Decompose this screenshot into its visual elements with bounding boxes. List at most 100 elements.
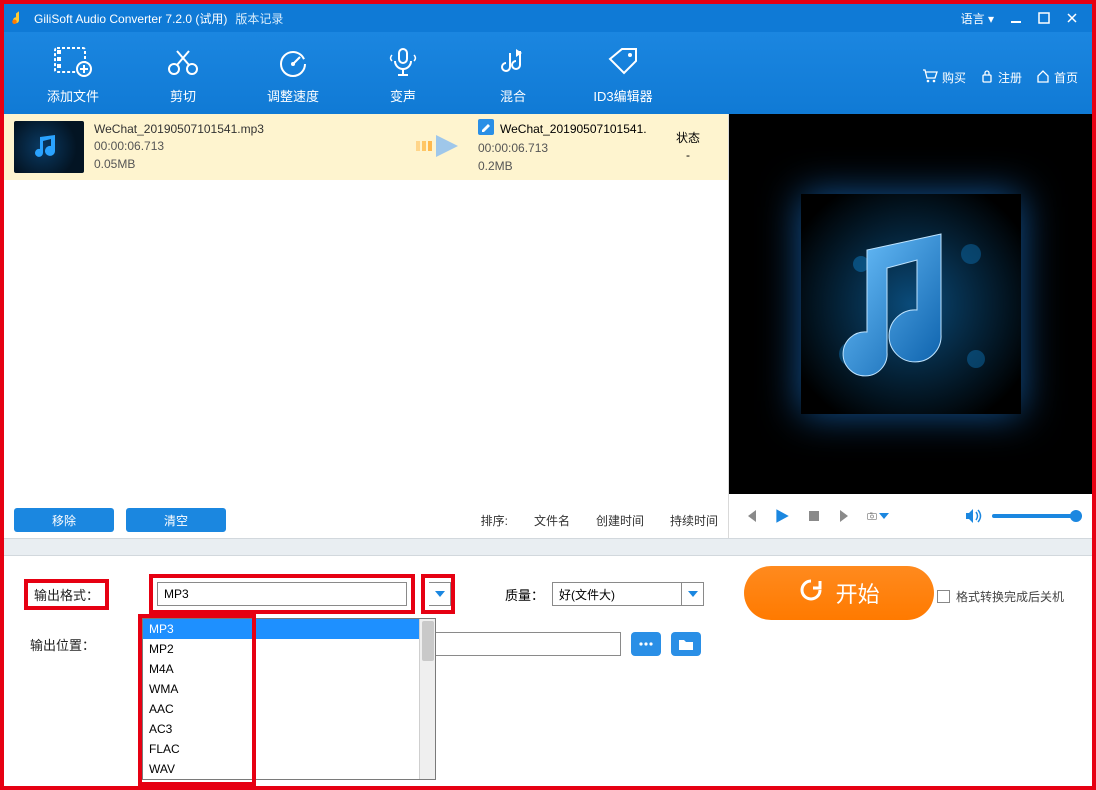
buy-link[interactable]: 购买 [922, 69, 966, 86]
output-format-drop-frame [421, 574, 455, 614]
shutdown-label: 格式转换完成后关机 [956, 588, 1064, 605]
home-link[interactable]: 首页 [1036, 69, 1078, 86]
id3-editor-button[interactable]: ID3编辑器 [568, 32, 678, 114]
header-links: 购买 注册 首页 [922, 61, 1078, 86]
source-size: 0.05MB [94, 156, 264, 173]
add-file-label: 添加文件 [47, 86, 99, 105]
register-label: 注册 [998, 69, 1022, 86]
volume-knob[interactable] [1070, 510, 1082, 522]
trim-label: 剪切 [170, 86, 196, 105]
version-history-link[interactable]: 版本记录 [235, 10, 283, 27]
mix-label: 混合 [500, 86, 526, 105]
trim-button[interactable]: 剪切 [128, 32, 238, 114]
volume-icon[interactable] [962, 505, 984, 527]
list-buttons-bar: 移除 清空 排序: 文件名 创建时间 持续时间 [4, 502, 728, 538]
path-more-button[interactable] [631, 632, 661, 656]
output-format-label: 输出格式： [24, 579, 109, 610]
panel-separator [4, 538, 1092, 556]
format-option-wav[interactable]: WAV [143, 759, 435, 779]
output-format-input[interactable] [157, 582, 407, 606]
volume-slider[interactable] [992, 514, 1082, 518]
format-option-m4a[interactable]: M4A [143, 659, 435, 679]
filmstrip-plus-icon [54, 42, 92, 82]
home-icon [1036, 69, 1050, 86]
file-list-empty-area[interactable] [4, 180, 728, 502]
sort-by-duration[interactable]: 持续时间 [670, 512, 718, 529]
cart-icon [922, 69, 938, 86]
voice-change-button[interactable]: 变声 [348, 32, 458, 114]
file-list-pane: WeChat_20190507101541.mp3 00:00:06.713 0… [4, 114, 729, 538]
mix-button[interactable]: 混合 [458, 32, 568, 114]
remove-button[interactable]: 移除 [14, 508, 114, 532]
output-path-label: 输出位置： [24, 633, 101, 656]
home-label: 首页 [1054, 69, 1078, 86]
edit-icon[interactable] [478, 119, 494, 140]
quality-input[interactable] [552, 582, 682, 606]
buy-label: 购买 [942, 69, 966, 86]
app-logo-icon [10, 9, 28, 27]
open-folder-button[interactable] [671, 632, 701, 656]
next-button[interactable] [835, 505, 857, 527]
format-option-mp2[interactable]: MP2 [143, 639, 435, 659]
format-option-flac[interactable]: FLAC [143, 739, 435, 759]
source-duration: 00:00:06.713 [94, 138, 264, 155]
format-option-mp3[interactable]: MP3 [143, 619, 435, 639]
close-button[interactable] [1058, 8, 1086, 28]
voice-label: 变声 [390, 86, 416, 105]
main-toolbar: 添加文件 剪切 调整速度 变声 混合 [4, 32, 1092, 114]
output-format-dropdown-list[interactable]: MP3MP2M4AWMAAACAC3FLACWAV [142, 618, 436, 780]
output-file-name: WeChat_20190507101541. [500, 121, 647, 138]
id3-label: ID3编辑器 [593, 86, 652, 105]
output-size: 0.2MB [478, 158, 658, 175]
language-label: 语言 [961, 12, 985, 26]
speed-label: 调整速度 [267, 86, 319, 105]
register-link[interactable]: 注册 [980, 69, 1022, 86]
output-format-select-frame [149, 574, 415, 614]
mix-icon [496, 42, 530, 82]
quality-dropdown-button[interactable] [682, 582, 704, 606]
speed-button[interactable]: 调整速度 [238, 32, 348, 114]
language-menu[interactable]: 语言 ▾ [961, 10, 994, 27]
format-option-wma[interactable]: WMA [143, 679, 435, 699]
format-option-ac3[interactable]: AC3 [143, 719, 435, 739]
output-file-col: WeChat_20190507101541. 00:00:06.713 0.2M… [478, 119, 658, 175]
sort-label: 排序: [481, 512, 508, 529]
state-header: 状态 [658, 130, 718, 147]
preview-pane [729, 114, 1092, 538]
source-file-col: WeChat_20190507101541.mp3 00:00:06.713 0… [94, 121, 264, 173]
snapshot-button[interactable] [867, 505, 889, 527]
convert-arrow-icon [414, 131, 464, 164]
chevron-down-icon: ▾ [988, 12, 994, 26]
stop-button[interactable] [803, 505, 825, 527]
format-option-aac[interactable]: AAC [143, 699, 435, 719]
file-thumbnail [14, 121, 84, 173]
prev-button[interactable] [739, 505, 761, 527]
clear-button[interactable]: 清空 [126, 508, 226, 532]
lock-icon [980, 69, 994, 86]
source-file-name: WeChat_20190507101541.mp3 [94, 121, 264, 138]
start-button[interactable]: 开始 [744, 566, 934, 620]
add-file-button[interactable]: 添加文件 [18, 32, 128, 114]
quality-label: 质量： [505, 585, 544, 604]
preview-controls [729, 494, 1092, 538]
dropdown-scrollbar[interactable] [419, 619, 435, 779]
output-panel: 输出格式： 质量： 输出位置： MP3MP2M4AWMAAACAC3 [4, 556, 1092, 706]
preview-canvas [729, 114, 1092, 494]
play-button[interactable] [771, 505, 793, 527]
output-duration: 00:00:06.713 [478, 140, 658, 157]
refresh-icon [798, 577, 824, 609]
scissors-icon [166, 42, 200, 82]
sort-by-created[interactable]: 创建时间 [596, 512, 644, 529]
maximize-button[interactable] [1030, 8, 1058, 28]
state-col: 状态 - [658, 130, 718, 165]
state-value: - [658, 147, 718, 164]
shutdown-checkbox[interactable] [937, 590, 950, 603]
shutdown-checkbox-row[interactable]: 格式转换完成后关机 [937, 588, 1064, 605]
start-label: 开始 [836, 577, 880, 609]
file-row[interactable]: WeChat_20190507101541.mp3 00:00:06.713 0… [4, 114, 728, 180]
minimize-button[interactable] [1002, 8, 1030, 28]
sort-by-name[interactable]: 文件名 [534, 512, 570, 529]
app-title: GiliSoft Audio Converter 7.2.0 (试用) [34, 10, 227, 27]
output-format-dropdown-button[interactable] [429, 582, 451, 606]
titlebar: GiliSoft Audio Converter 7.2.0 (试用) 版本记录… [4, 4, 1092, 32]
